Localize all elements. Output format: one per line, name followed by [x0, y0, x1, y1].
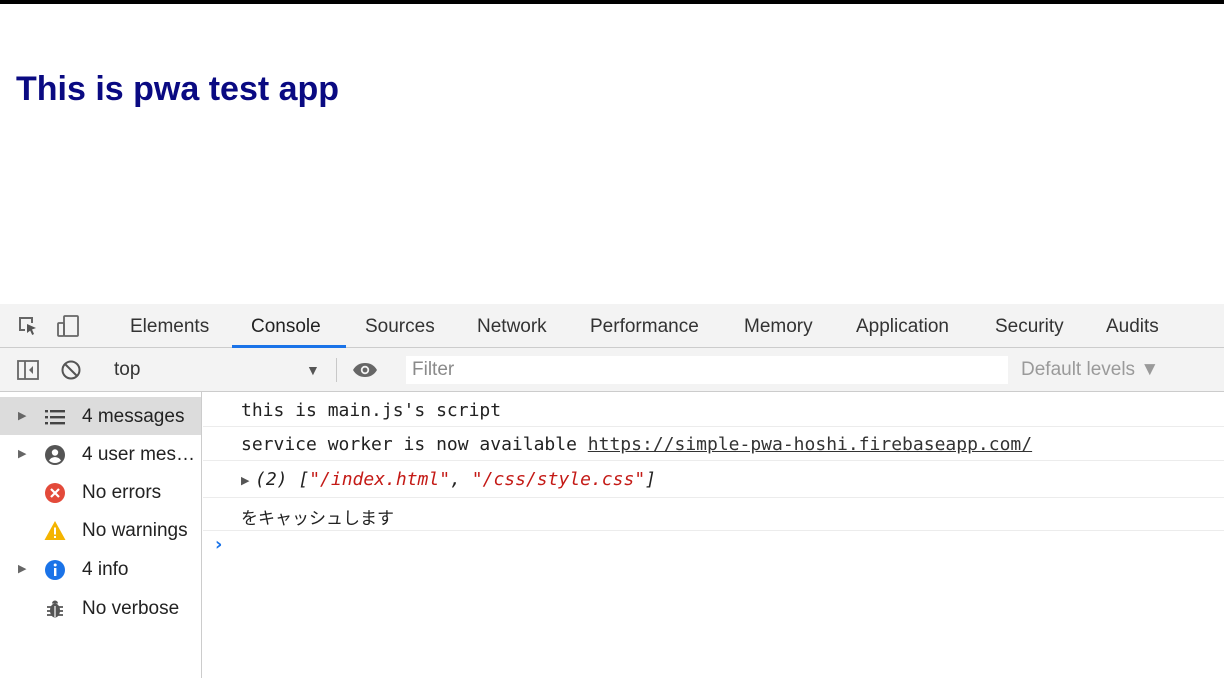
sidebar-item-label: 4 info [82, 559, 129, 580]
console-prompt[interactable]: › [215, 534, 222, 555]
tab-elements[interactable]: Elements [130, 304, 209, 348]
eye-icon[interactable] [352, 358, 377, 382]
chevron-down-icon[interactable]: ▼ [306, 348, 320, 392]
sidebar-item-label: 4 user mes… [82, 444, 195, 465]
page-heading: This is pwa test app [16, 70, 340, 108]
sidebar-item-errors[interactable]: No errors [0, 473, 201, 511]
context-selector[interactable]: top [114, 348, 140, 392]
array-item: "/index.html" [309, 469, 451, 490]
filter-input[interactable] [406, 356, 1008, 384]
tab-performance[interactable]: Performance [590, 304, 699, 348]
expand-arrow-icon[interactable]: ▶ [18, 397, 26, 435]
sidebar-item-user-messages[interactable]: ▶ 4 user mes… [0, 435, 201, 473]
tab-security[interactable]: Security [995, 304, 1064, 348]
warning-icon [44, 520, 66, 542]
sidebar-item-messages[interactable]: ▶ 4 messages [0, 397, 201, 435]
console-message[interactable]: ▶ (2) ["/index.html", "/css/style.css"] [203, 461, 1224, 498]
default-levels-dropdown[interactable]: Default levels ▼ [1021, 348, 1159, 392]
console-sidebar: ▶ 4 messages ▶ 4 user mes… No errors No … [0, 392, 202, 678]
user-icon [44, 444, 66, 466]
console-message: service worker is now available https://… [203, 427, 1224, 461]
sidebar-item-label: No warnings [82, 520, 188, 541]
tab-sources[interactable]: Sources [365, 304, 435, 348]
sidebar-item-warnings[interactable]: No warnings [0, 511, 201, 549]
expand-arrow-icon[interactable]: ▶ [18, 550, 26, 588]
error-icon [44, 482, 66, 504]
sidebar-toggle-icon[interactable] [16, 358, 40, 382]
devtools-panel: Elements Console Sources Network Perform… [0, 304, 1224, 678]
array-preview[interactable]: (2) ["/index.html", "/css/style.css"] [255, 469, 656, 490]
expand-arrow-icon[interactable]: ▶ [18, 435, 26, 473]
sidebar-item-info[interactable]: ▶ 4 info [0, 550, 201, 588]
message-text: をキャッシュします [241, 509, 394, 529]
device-toolbar-icon[interactable] [56, 314, 80, 338]
sidebar-item-label: No errors [82, 482, 162, 503]
tab-audits[interactable]: Audits [1106, 304, 1159, 348]
tab-memory[interactable]: Memory [744, 304, 813, 348]
console-output: this is main.js's script service worker … [203, 392, 1224, 678]
message-prefix: service worker is now available [241, 434, 588, 455]
console-message: をキャッシュします [203, 498, 1224, 531]
devtools-tabbar: Elements Console Sources Network Perform… [0, 304, 1224, 348]
top-border [0, 0, 1224, 4]
bug-icon [44, 598, 66, 620]
tab-application[interactable]: Application [856, 304, 949, 348]
sidebar-item-label: 4 messages [82, 406, 185, 427]
sidebar-item-label: No verbose [82, 598, 180, 619]
message-text: service worker is now available https://… [241, 434, 1032, 455]
info-icon [44, 559, 66, 581]
console-toolbar: top ▼ Default levels ▼ [0, 348, 1224, 392]
array-prefix: (2) [ [255, 469, 310, 490]
list-icon [44, 406, 66, 428]
array-item: "/css/style.css" [471, 469, 646, 490]
expand-array-icon[interactable]: ▶ [241, 474, 249, 487]
clear-console-icon[interactable] [59, 358, 83, 382]
tab-console[interactable]: Console [251, 304, 321, 348]
array-suffix: ] [645, 469, 656, 490]
inspect-element-icon[interactable] [16, 314, 40, 338]
array-separator: , [450, 469, 472, 490]
toolbar-divider [336, 358, 337, 382]
sidebar-item-verbose[interactable]: No verbose [0, 589, 201, 627]
message-text: this is main.js's script [241, 400, 502, 421]
console-message: this is main.js's script [203, 392, 1224, 427]
tab-network[interactable]: Network [477, 304, 547, 348]
service-worker-link[interactable]: https://simple-pwa-hoshi.firebaseapp.com… [588, 434, 1032, 455]
